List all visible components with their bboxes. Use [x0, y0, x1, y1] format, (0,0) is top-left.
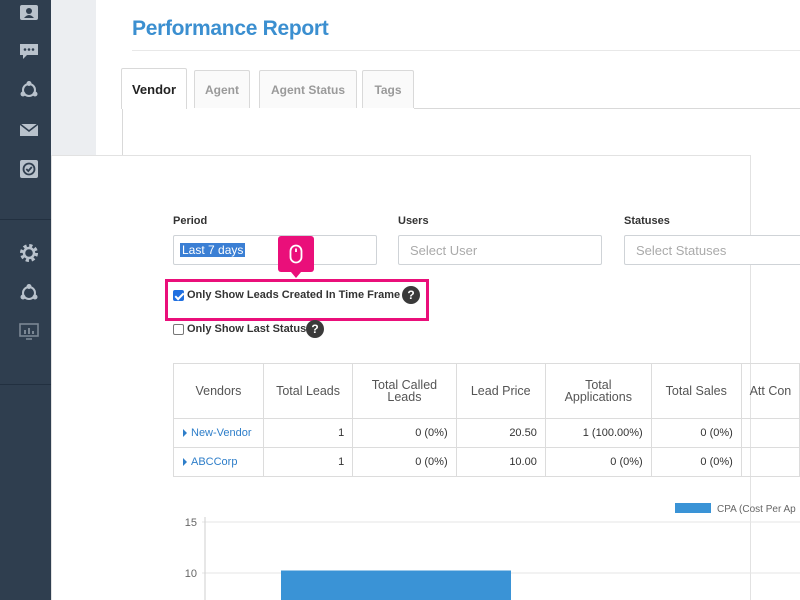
table-cell: 1 (100.00%) [544, 418, 652, 448]
tab-vendor[interactable]: Vendor [121, 68, 187, 109]
tab-agent-status[interactable]: Agent Status [259, 70, 357, 108]
tabs-divider [414, 108, 800, 109]
table-cell: 1 [262, 418, 354, 448]
table-cell: 0 (0%) [352, 418, 457, 448]
col-total-sales[interactable]: Total Sales [650, 363, 742, 419]
network-icon[interactable] [18, 79, 40, 101]
expand-caret-icon[interactable] [183, 458, 187, 467]
mouse-icon [289, 244, 303, 264]
reports-icon[interactable] [18, 321, 40, 343]
col-lead-price[interactable]: Lead Price [455, 363, 546, 419]
col-vendors[interactable]: Vendors [173, 363, 264, 419]
gear-icon[interactable] [18, 242, 40, 264]
y-tick-label: 10 [185, 568, 197, 580]
table-header-row: Vendors Total Leads Total Called Leads L… [173, 363, 800, 419]
time-frame-label: Only Show Leads Created In Time Frame [187, 289, 401, 301]
table-cell: 1 [262, 447, 354, 477]
last-status-checkbox[interactable] [173, 323, 184, 335]
table-cell: 0 (0%) [650, 418, 742, 448]
page-title: Performance Report [132, 17, 329, 40]
tasks-icon[interactable] [18, 158, 40, 180]
table-cell [740, 447, 800, 477]
vendor-link[interactable]: New-Vendor [173, 418, 264, 448]
table-row: New-Vendor 1 0 (0%) 20.50 1 (100.00%) 0 … [173, 418, 800, 448]
title-divider [132, 50, 800, 51]
col-attempted-contacts[interactable]: Att Con [740, 363, 800, 419]
help-icon[interactable]: ? [402, 286, 420, 304]
legend-label: CPA (Cost Per Ap [717, 504, 796, 515]
users-placeholder: Select User [410, 242, 478, 258]
table-cell: 0 (0%) [544, 447, 652, 477]
col-total-leads[interactable]: Total Leads [262, 363, 354, 419]
sidebar-divider [0, 219, 51, 220]
statuses-placeholder: Select Statuses [636, 242, 727, 258]
table-cell: 20.50 [455, 418, 546, 448]
statuses-label: Statuses [624, 215, 670, 227]
sidebar [0, 0, 51, 600]
table-cell: 10.00 [455, 447, 546, 477]
users-label: Users [398, 215, 429, 227]
expand-caret-icon[interactable] [183, 429, 187, 438]
table-cell: 0 (0%) [650, 447, 742, 477]
last-status-option[interactable]: Only Show Last Status [173, 323, 306, 335]
last-status-label: Only Show Last Status [187, 323, 307, 335]
click-hint-tooltip [278, 236, 314, 278]
time-frame-option[interactable]: Only Show Leads Created In Time Frame [173, 289, 400, 301]
table-cell [740, 418, 800, 448]
vendor-table: Vendors Total Leads Total Called Leads L… [173, 363, 800, 477]
col-total-called-leads[interactable]: Total Called Leads [352, 363, 457, 419]
mail-icon[interactable] [18, 119, 40, 141]
table-row: ABCCorp 1 0 (0%) 10.00 0 (0%) 0 (0%) [173, 447, 800, 477]
y-tick-label: 15 [185, 517, 197, 529]
time-frame-checkbox[interactable] [173, 289, 184, 301]
contacts-icon[interactable] [18, 1, 40, 23]
tab-agent[interactable]: Agent [194, 70, 250, 108]
col-total-applications[interactable]: Total Applications [544, 363, 652, 419]
help-icon[interactable]: ? [306, 320, 324, 338]
period-value: Last 7 days [180, 243, 246, 257]
legend-swatch [675, 503, 711, 513]
bar-cpa[interactable] [281, 570, 511, 600]
users-select[interactable]: Select User [398, 235, 602, 265]
period-input[interactable]: Last 7 days [173, 235, 377, 265]
tab-tags[interactable]: Tags [362, 70, 414, 108]
sidebar-divider [0, 384, 51, 385]
vendor-link[interactable]: ABCCorp [173, 447, 264, 477]
statuses-select[interactable]: Select Statuses [624, 235, 800, 265]
cpa-chart: CPA (Cost Per Ap 15 10 [185, 503, 800, 600]
period-label: Period [173, 215, 208, 227]
integrations-icon[interactable] [18, 282, 40, 304]
table-cell: 0 (0%) [352, 447, 457, 477]
chat-icon[interactable] [18, 40, 40, 62]
